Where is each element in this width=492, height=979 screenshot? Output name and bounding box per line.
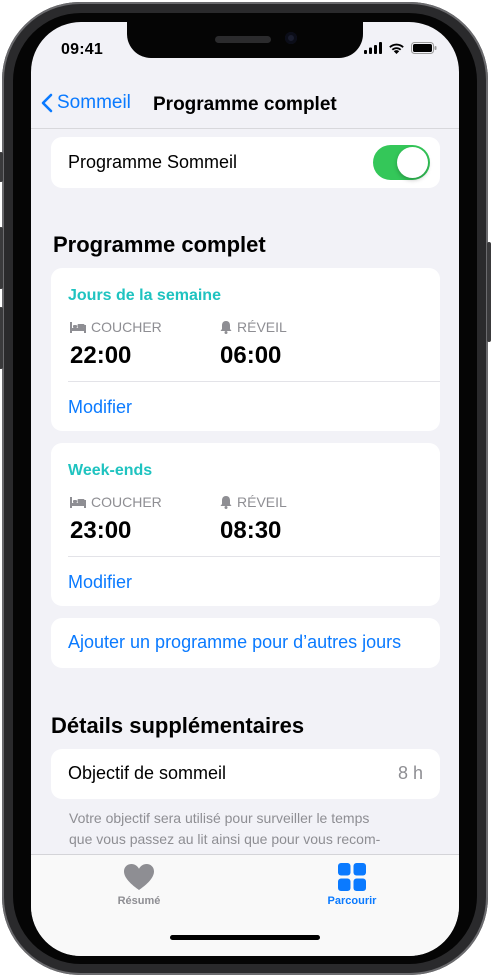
bedtime-value: 23:00	[70, 517, 132, 544]
toggle-knob	[397, 147, 428, 178]
wifi-icon	[389, 43, 404, 54]
add-schedule-card[interactable]: Ajouter un programme pour d’autres jours	[51, 618, 440, 668]
page-title: Programme complet	[153, 94, 337, 115]
speaker	[215, 36, 271, 43]
status-icons	[364, 42, 437, 54]
full-schedule-heading: Programme complet	[53, 232, 266, 257]
bedtime-label-text: COUCHER	[91, 494, 162, 510]
bed-icon	[70, 321, 86, 333]
wake-label-text: RÉVEIL	[237, 319, 287, 335]
edit-weekdays-button[interactable]: Modifier	[68, 397, 132, 418]
tab-summary-label: Résumé	[117, 895, 161, 907]
tab-bar: Résumé Parcourir	[31, 854, 459, 956]
divider	[68, 381, 440, 382]
edit-weekends-button[interactable]: Modifier	[68, 572, 132, 593]
sleep-schedule-toggle[interactable]	[373, 145, 430, 180]
additional-details-heading: Détails supplémentaires	[51, 713, 305, 738]
back-label: Sommeil	[57, 92, 131, 113]
home-indicator[interactable]	[170, 935, 320, 940]
bedtime-label: COUCHER	[70, 319, 162, 335]
schedule-title: Jours de la semaine	[68, 287, 221, 304]
bedtime-label-text: COUCHER	[91, 319, 162, 335]
bedtime-label: COUCHER	[70, 494, 162, 510]
notch	[127, 22, 363, 58]
schedule-card-weekends: Week-ends COUCHER 23:00 RÉVEIL 08:30 Mod…	[51, 443, 440, 606]
tab-summary[interactable]: Résumé	[69, 863, 209, 907]
footer-line: Votre objectif sera utilisé pour surveil…	[69, 810, 370, 826]
grid-icon	[338, 863, 366, 891]
wake-value: 06:00	[220, 342, 282, 369]
chevron-left-icon	[41, 93, 53, 113]
battery-icon	[411, 42, 437, 54]
bell-icon	[220, 320, 232, 334]
power-button	[487, 242, 491, 342]
heart-icon	[124, 864, 154, 890]
schedule-card-weekdays: Jours de la semaine COUCHER 22:00 RÉVEIL…	[51, 268, 440, 431]
bell-icon	[220, 495, 232, 509]
schedule-title: Week-ends	[68, 462, 153, 479]
signal-icon	[364, 42, 382, 54]
wake-label: RÉVEIL	[220, 494, 287, 510]
mute-switch	[0, 152, 3, 182]
sleep-schedule-label: Programme Sommeil	[68, 152, 238, 172]
wake-label-text: RÉVEIL	[237, 494, 287, 510]
sleep-schedule-card: Programme Sommeil	[51, 137, 440, 188]
back-button[interactable]: Sommeil	[41, 92, 131, 114]
tab-browse-label: Parcourir	[327, 895, 377, 907]
sleep-goal-row[interactable]: Objectif de sommeil 8 h	[51, 749, 440, 799]
wake-label: RÉVEIL	[220, 319, 287, 335]
add-schedule-link[interactable]: Ajouter un programme pour d’autres jours	[68, 632, 401, 653]
tab-browse[interactable]: Parcourir	[282, 863, 422, 907]
footer-line: que vous passez au lit ainsi que pour vo…	[69, 831, 381, 847]
volume-down-button	[0, 307, 3, 369]
wake-value: 08:30	[220, 517, 282, 544]
status-time: 09:41	[61, 41, 103, 58]
bed-icon	[70, 496, 86, 508]
sleep-goal-label: Objectif de sommeil	[68, 763, 227, 783]
footer-text: Votre objectif sera utilisé pour surveil…	[69, 808, 419, 850]
volume-up-button	[0, 227, 3, 289]
screen: 09:41 Sommeil Programme complet Programm…	[31, 22, 459, 956]
bedtime-value: 22:00	[70, 342, 132, 369]
camera	[285, 32, 297, 44]
divider	[68, 556, 440, 557]
sleep-goal-value: 8 h	[397, 763, 423, 783]
navigation-bar: Sommeil Programme complet	[31, 84, 459, 129]
